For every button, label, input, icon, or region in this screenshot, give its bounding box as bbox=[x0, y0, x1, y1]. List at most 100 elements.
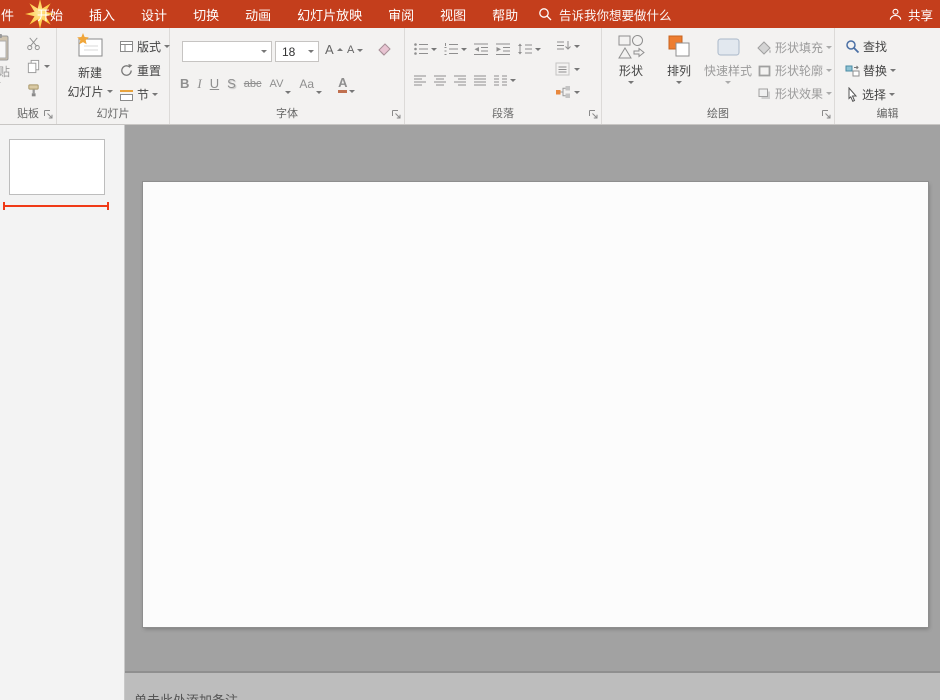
clear-formatting-button[interactable] bbox=[376, 42, 392, 57]
shape-effects-caret-icon bbox=[826, 92, 833, 95]
align-left-button[interactable] bbox=[413, 74, 427, 87]
paragraph-dialog-launcher-icon[interactable] bbox=[588, 109, 599, 120]
font-size-combobox[interactable]: 18 bbox=[275, 41, 319, 62]
layout-button[interactable]: 版式 bbox=[119, 38, 171, 55]
copy-icon bbox=[26, 59, 41, 74]
tab-file[interactable]: 件 bbox=[0, 0, 24, 28]
grow-font-caret-icon bbox=[336, 48, 343, 51]
tell-me-search[interactable]: 告诉我你想要做什么 bbox=[538, 0, 672, 28]
slide-editing-surface[interactable] bbox=[143, 182, 928, 627]
format-painter-button[interactable] bbox=[26, 83, 41, 98]
arrange-button[interactable]: 排列 bbox=[656, 34, 702, 84]
tab-transitions[interactable]: 切换 bbox=[180, 0, 232, 28]
character-spacing-button[interactable]: AV bbox=[270, 74, 292, 94]
shapes-button[interactable]: 形状 bbox=[608, 34, 654, 84]
slide-thumbnail-panel bbox=[0, 125, 125, 700]
clipboard-dialog-launcher-icon[interactable] bbox=[43, 109, 54, 120]
bullets-caret-icon bbox=[431, 47, 437, 51]
align-right-icon bbox=[453, 74, 467, 87]
justify-button[interactable] bbox=[473, 74, 487, 87]
cut-button[interactable] bbox=[26, 36, 41, 51]
notes-placeholder: 单击此处添加备注 bbox=[134, 690, 238, 700]
ribbon-group-font: 18 A A B I U S abc AV Aa A 字体 bbox=[170, 28, 405, 124]
tab-animations[interactable]: 动画 bbox=[232, 0, 284, 28]
font-size-value: 18 bbox=[282, 44, 296, 59]
font-group-label: 字体 bbox=[276, 108, 298, 120]
paste-caret-icon bbox=[0, 82, 1, 85]
strikethrough-button[interactable]: abc bbox=[244, 74, 262, 94]
replace-button[interactable]: 替换 bbox=[845, 62, 897, 79]
ribbon-group-clipboard: 粘贴 贴板 bbox=[0, 28, 57, 124]
shrink-font-button[interactable]: A bbox=[347, 44, 364, 56]
shape-fill-button[interactable]: 形状填充 bbox=[757, 39, 833, 56]
ribbon-group-editing: 查找 替换 选择 编辑 bbox=[835, 28, 940, 124]
copy-button[interactable] bbox=[26, 59, 50, 74]
tab-design[interactable]: 设计 bbox=[128, 0, 180, 28]
arrange-icon bbox=[667, 34, 692, 60]
bullets-button[interactable] bbox=[413, 42, 437, 56]
decrease-indent-button[interactable] bbox=[473, 42, 489, 56]
editing-group-label: 编辑 bbox=[876, 108, 899, 120]
shape-outline-button[interactable]: 形状轮廓 bbox=[757, 62, 833, 79]
shape-outline-caret-icon bbox=[826, 69, 833, 72]
slide-insertion-indicator bbox=[3, 202, 109, 210]
increase-indent-icon bbox=[495, 42, 511, 56]
increase-indent-button[interactable] bbox=[495, 42, 511, 56]
tab-view[interactable]: 视图 bbox=[427, 0, 479, 28]
tab-home[interactable]: 开始 bbox=[24, 0, 76, 29]
font-dialog-launcher-icon[interactable] bbox=[391, 109, 402, 120]
text-direction-icon bbox=[555, 39, 571, 53]
paste-button[interactable]: 粘贴 bbox=[0, 33, 22, 85]
ribbon-tab-strip: 件 开始 插入 设计 切换 动画 幻灯片放映 审阅 视图 帮助 bbox=[0, 0, 531, 29]
ribbon-group-paragraph: 段落 bbox=[405, 28, 602, 124]
smartart-icon bbox=[555, 85, 571, 99]
bold-button[interactable]: B bbox=[180, 74, 189, 94]
font-name-caret-icon bbox=[261, 50, 267, 53]
slides-group-label: 幻灯片 bbox=[96, 108, 130, 120]
columns-button[interactable] bbox=[493, 74, 516, 87]
bullets-icon bbox=[413, 42, 429, 56]
change-case-caret-icon bbox=[316, 91, 323, 94]
numbering-caret-icon bbox=[461, 47, 467, 51]
font-color-button[interactable]: A bbox=[338, 75, 356, 93]
person-icon bbox=[888, 7, 903, 22]
smartart-caret-icon bbox=[574, 90, 580, 94]
italic-button[interactable]: I bbox=[197, 74, 201, 94]
change-case-button[interactable]: Aa bbox=[299, 74, 323, 94]
find-button[interactable]: 查找 bbox=[845, 38, 887, 55]
tab-slideshow[interactable]: 幻灯片放映 bbox=[284, 0, 375, 28]
columns-icon bbox=[493, 74, 508, 87]
align-text-button[interactable] bbox=[555, 62, 580, 76]
paste-icon bbox=[0, 33, 10, 61]
underline-button[interactable]: U bbox=[210, 74, 219, 94]
search-placeholder: 告诉我你想要做什么 bbox=[559, 8, 672, 23]
share-button[interactable]: 共享 bbox=[888, 0, 933, 28]
new-slide-button[interactable]: 新建 幻灯片 bbox=[63, 32, 117, 100]
select-button[interactable]: 选择 bbox=[845, 86, 896, 103]
convert-to-smartart-button[interactable] bbox=[555, 85, 580, 99]
ribbon-group-slides: 新建 幻灯片 版式 重置 节 幻灯片 bbox=[57, 28, 171, 124]
text-shadow-button[interactable]: S bbox=[227, 74, 236, 94]
tab-insert[interactable]: 插入 bbox=[76, 0, 128, 28]
grow-font-button[interactable]: A bbox=[325, 42, 343, 57]
line-spacing-button[interactable] bbox=[517, 42, 541, 56]
align-text-caret-icon bbox=[574, 67, 580, 71]
tab-review[interactable]: 审阅 bbox=[375, 0, 427, 28]
shape-effects-button[interactable]: 形状效果 bbox=[757, 85, 833, 102]
notes-pane[interactable]: 单击此处添加备注 bbox=[125, 673, 940, 700]
reset-icon bbox=[119, 63, 134, 78]
text-direction-caret-icon bbox=[574, 44, 580, 48]
text-direction-button[interactable] bbox=[555, 39, 580, 53]
drawing-dialog-launcher-icon[interactable] bbox=[821, 109, 832, 120]
numbering-button[interactable] bbox=[443, 42, 467, 56]
align-right-button[interactable] bbox=[453, 74, 467, 87]
decrease-indent-icon bbox=[473, 42, 489, 56]
shapes-caret-icon bbox=[628, 81, 634, 84]
slide-1-thumbnail[interactable] bbox=[9, 139, 105, 195]
tab-help[interactable]: 帮助 bbox=[479, 0, 531, 28]
font-name-combobox[interactable] bbox=[182, 41, 272, 62]
align-center-button[interactable] bbox=[433, 74, 447, 87]
quick-styles-button[interactable]: 快速样式 bbox=[702, 34, 754, 84]
section-button[interactable]: 节 bbox=[119, 86, 159, 103]
reset-button[interactable]: 重置 bbox=[119, 62, 161, 79]
